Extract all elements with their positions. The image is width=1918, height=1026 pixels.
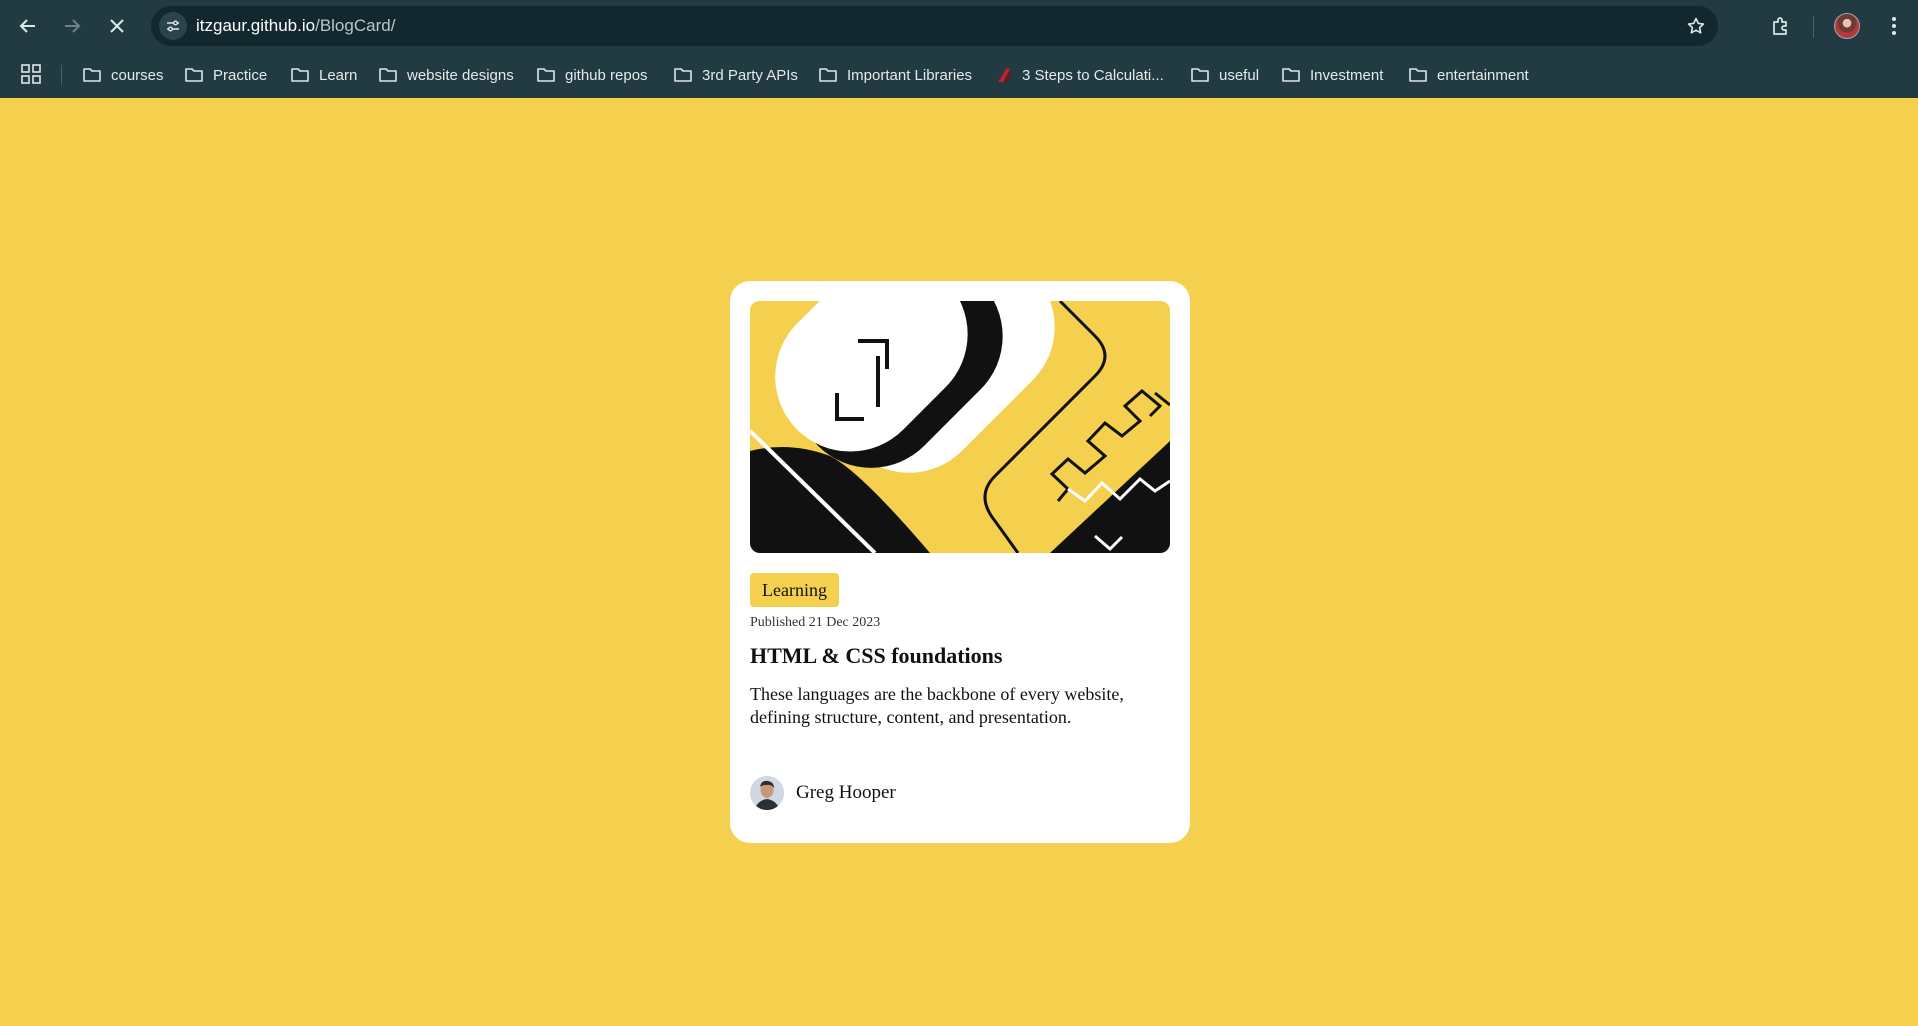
folder-icon <box>1281 66 1301 84</box>
published-date: Published 21 Dec 2023 <box>750 615 881 630</box>
folder-icon <box>378 66 398 84</box>
folder-icon <box>818 66 838 84</box>
bookmarks-divider <box>61 65 62 85</box>
bookmark-item[interactable]: courses <box>82 62 164 88</box>
bookmark-label: 3 Steps to Calculati... <box>1022 66 1164 84</box>
url-text[interactable]: itzgaur.github.io/BlogCard/ <box>196 16 395 36</box>
folder-icon <box>1408 66 1428 84</box>
star-icon[interactable] <box>1684 14 1708 38</box>
category-tag[interactable]: Learning <box>750 573 839 607</box>
bookmark-item[interactable]: Learn <box>290 62 357 88</box>
site-favicon-icon <box>995 66 1013 84</box>
hero-illustration <box>750 301 1170 553</box>
address-bar[interactable]: itzgaur.github.io/BlogCard/ <box>151 6 1718 46</box>
folder-icon <box>82 66 102 84</box>
bookmark-item[interactable]: github repos <box>536 62 648 88</box>
folder-icon <box>536 66 556 84</box>
folder-icon <box>673 66 693 84</box>
bookmark-item[interactable]: Important Libraries <box>818 62 972 88</box>
close-icon[interactable] <box>103 12 131 40</box>
author: Greg Hooper <box>750 775 896 811</box>
more-vert-icon[interactable] <box>1880 12 1908 40</box>
forward-arrow-icon[interactable] <box>58 12 86 40</box>
folder-icon <box>1190 66 1210 84</box>
card-title[interactable]: HTML & CSS foundations <box>750 643 1002 669</box>
folder-icon <box>184 66 204 84</box>
card-description: These languages are the backbone of ever… <box>750 684 1124 727</box>
apps-grid-icon[interactable] <box>20 63 44 87</box>
bookmark-label: entertainment <box>1437 66 1529 84</box>
toolbar-divider <box>1813 16 1814 38</box>
bookmark-label: Investment <box>1310 66 1384 84</box>
bookmark-label: Important Libraries <box>847 66 973 84</box>
tune-icon[interactable] <box>159 12 187 40</box>
bookmark-item[interactable]: website designs <box>378 62 514 88</box>
profile-avatar[interactable] <box>1834 13 1860 39</box>
bookmark-label: useful <box>1219 66 1260 84</box>
bookmark-label: Learn <box>319 66 358 84</box>
browser-chrome: itzgaur.github.io/BlogCard/ courses Pract… <box>0 0 1918 98</box>
puzzle-icon[interactable] <box>1767 12 1795 40</box>
bookmark-label: Practice <box>213 66 268 84</box>
bookmark-label: courses <box>111 66 164 84</box>
avatar <box>750 776 784 810</box>
url-path: /BlogCard/ <box>315 16 396 35</box>
back-arrow-icon[interactable] <box>14 12 42 40</box>
author-name: Greg Hooper <box>796 782 896 803</box>
bookmark-item[interactable]: entertainment <box>1408 62 1529 88</box>
bookmark-label: github repos <box>565 66 648 84</box>
bookmark-item[interactable]: useful <box>1190 62 1259 88</box>
bookmark-item[interactable]: 3 Steps to Calculati... <box>995 62 1164 88</box>
bookmark-label: website designs <box>407 66 514 84</box>
browser-toolbar: itzgaur.github.io/BlogCard/ <box>0 0 1918 52</box>
bookmark-item[interactable]: Practice <box>184 62 267 88</box>
blog-card: Learning Published 21 Dec 2023 HTML & CS… <box>730 281 1190 843</box>
bookmark-label: 3rd Party APIs <box>702 66 798 84</box>
url-host: itzgaur.github.io <box>196 16 316 35</box>
bookmarks-bar: courses Practice Learn website designs githu… <box>0 52 1918 98</box>
bookmark-item[interactable]: 3rd Party APIs <box>673 62 798 88</box>
bookmark-item[interactable]: Investment <box>1281 62 1383 88</box>
folder-icon <box>290 66 310 84</box>
